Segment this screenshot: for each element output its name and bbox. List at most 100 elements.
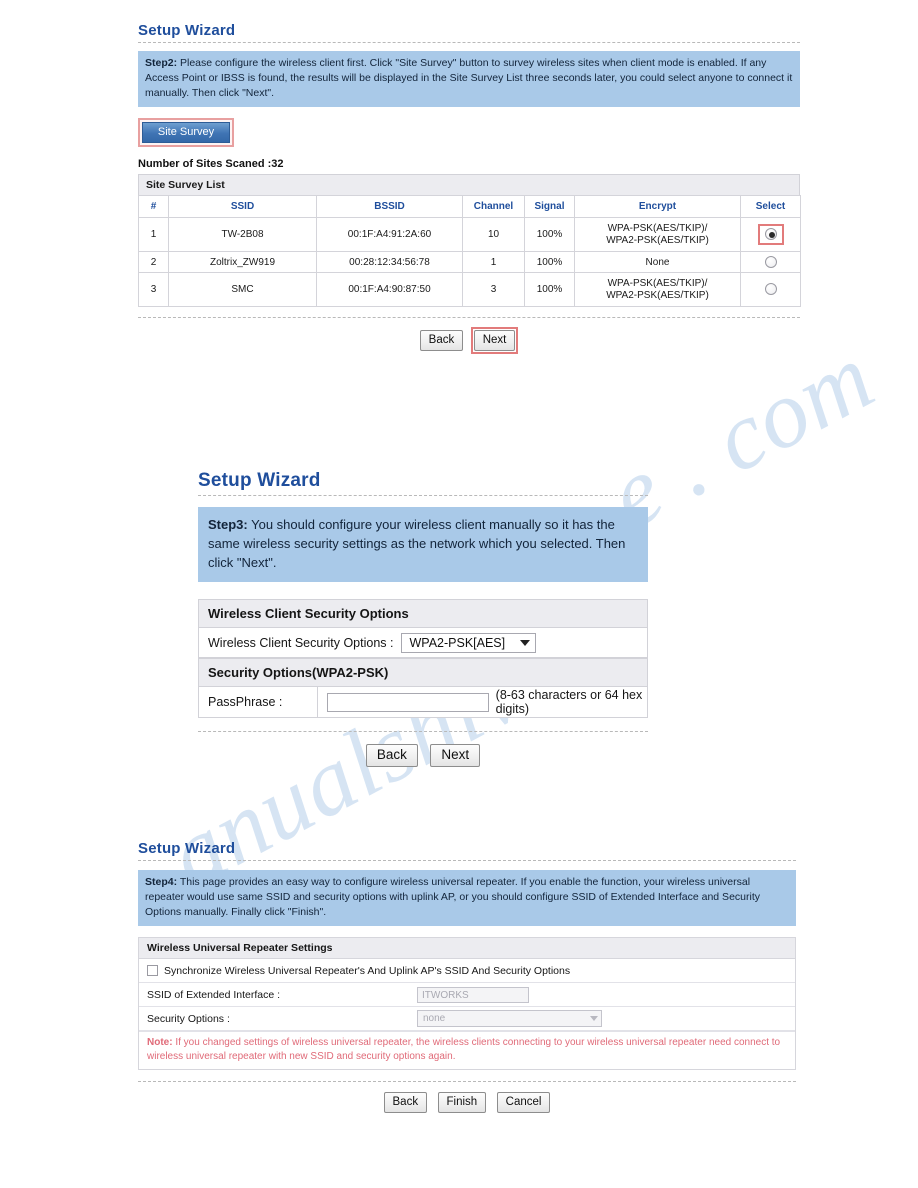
step2-page-title: Setup Wizard [138, 22, 236, 39]
site-survey-table: # SSID BSSID Channel Signal Encrypt Sele… [138, 195, 801, 307]
passphrase-row: PassPhrase : (8-63 characters or 64 hex … [199, 687, 647, 717]
wireless-client-security-options-select[interactable]: WPA2-PSK[AES] [401, 632, 537, 653]
step2-title-divider [138, 42, 800, 43]
step3-section: Setup Wizard Step3: You should configure… [198, 470, 648, 767]
step2-footer-divider [138, 317, 800, 318]
passphrase-label: PassPhrase : [199, 687, 318, 717]
security-options-header: Security Options(WPA2-PSK) [199, 658, 647, 687]
step2-back-button[interactable]: Back [419, 330, 464, 351]
cell-ssid: SMC [168, 272, 317, 307]
step2-instruction-text: Please configure the wireless client fir… [145, 57, 793, 99]
cell-ssid: Zoltrix_ZW919 [168, 251, 317, 273]
column-header-index: # [138, 195, 169, 218]
table-row: 1 TW-2B08 00:1F:A4:91:2A:60 10 100% WPA-… [138, 217, 801, 252]
step2-next-highlight: Next [470, 327, 519, 354]
select-radio-row-2[interactable] [764, 256, 777, 268]
table-header-row: # SSID BSSID Channel Signal Encrypt Sele… [138, 195, 801, 218]
passphrase-input-container [318, 692, 489, 712]
step4-page-title: Setup Wizard [138, 840, 236, 857]
select-radio-row-1[interactable] [764, 228, 777, 241]
step4-title-divider [138, 860, 796, 861]
cell-index: 2 [138, 251, 169, 273]
step4-cancel-button[interactable]: Cancel [496, 1092, 551, 1113]
selected-row-highlight [757, 224, 784, 245]
site-survey-list-caption: Site Survey List [138, 174, 800, 195]
passphrase-hint: (8-63 characters or 64 hex digits) [495, 688, 643, 716]
step3-back-button[interactable]: Back [365, 744, 418, 767]
step3-instruction-text: You should configure your wireless clien… [208, 517, 626, 570]
cell-channel: 3 [462, 272, 525, 307]
step4-instruction-text: This page provides an easy way to config… [145, 876, 760, 918]
cell-channel: 10 [462, 217, 525, 252]
ssid-extended-interface-label: SSID of Extended Interface : [147, 988, 281, 1001]
cell-encrypt: None [574, 251, 741, 273]
column-header-signal: Signal [524, 195, 575, 218]
cell-bssid: 00:28:12:34:56:78 [316, 251, 463, 273]
chevron-down-icon [520, 639, 531, 646]
passphrase-input[interactable] [326, 692, 489, 712]
column-header-bssid: BSSID [316, 195, 463, 218]
wireless-client-security-options-label: Wireless Client Security Options : [208, 635, 394, 650]
step3-next-button[interactable]: Next [430, 744, 481, 767]
column-header-ssid: SSID [168, 195, 317, 218]
cell-signal: 100% [524, 251, 575, 273]
step4-step-label: Step4: [145, 876, 178, 888]
cell-channel: 1 [462, 251, 525, 273]
step4-note-text: If you changed settings of wireless univ… [147, 1037, 781, 1062]
column-header-select: Select [740, 195, 801, 218]
site-survey-panel: Site Survey List # SSID BSSID Channel Si… [138, 174, 801, 307]
cell-bssid: 00:1F:A4:91:2A:60 [316, 217, 463, 252]
security-options-row: Security Options : none [139, 1007, 795, 1031]
cell-index: 1 [138, 217, 169, 252]
site-survey-button-container: Site Survey [138, 118, 800, 147]
step3-instruction-banner: Step3: You should configure your wireles… [198, 507, 648, 582]
ssid-extended-interface-input[interactable]: ITWORKS [417, 986, 529, 1003]
step3-form-box: Wireless Client Security Options Wireles… [198, 599, 648, 718]
cell-encrypt: WPA-PSK(AES/TKIP)/ WPA2-PSK(AES/TKIP) [574, 272, 741, 307]
cell-signal: 100% [524, 272, 575, 307]
ssid-extended-interface-row: SSID of Extended Interface : ITWORKS [139, 983, 795, 1007]
cell-select [740, 217, 801, 252]
encrypt-line-1: WPA-PSK(AES/TKIP)/ [607, 222, 708, 234]
step2-button-row: Back Next [138, 327, 800, 354]
table-row: 2 Zoltrix_ZW919 00:28:12:34:56:78 1 100%… [138, 251, 801, 273]
security-options-select[interactable]: none [417, 1010, 602, 1027]
step2-instruction-banner: Step2: Please configure the wireless cli… [138, 51, 800, 107]
synchronize-checkbox[interactable] [147, 965, 158, 976]
column-header-channel: Channel [462, 195, 525, 218]
cell-index: 3 [138, 272, 169, 307]
step2-next-button[interactable]: Next [473, 330, 516, 351]
step2-section: Setup Wizard Step2: Please configure the… [138, 22, 801, 354]
scan-count-label: Number of Sites Scaned :32 [138, 158, 284, 170]
wireless-client-security-options-value: WPA2-PSK[AES] [409, 635, 506, 650]
select-radio-row-3[interactable] [764, 283, 777, 296]
step4-form-box: Wireless Universal Repeater Settings Syn… [138, 937, 796, 1070]
site-survey-button[interactable]: Site Survey [142, 122, 230, 143]
cell-ssid: TW-2B08 [168, 217, 317, 252]
synchronize-checkbox-label: Synchronize Wireless Universal Repeater'… [164, 964, 571, 977]
step4-button-row: Back Finish Cancel [138, 1092, 796, 1113]
step3-title-divider [198, 495, 648, 496]
site-survey-button-highlight: Site Survey [138, 118, 234, 147]
security-options-value: none [423, 1013, 446, 1024]
cell-signal: 100% [524, 217, 575, 252]
step3-button-row: Back Next [198, 744, 648, 767]
column-header-encrypt: Encrypt [574, 195, 741, 218]
step4-footer-divider [138, 1081, 796, 1082]
table-row: 3 SMC 00:1F:A4:90:87:50 3 100% WPA-PSK(A… [138, 272, 801, 307]
wireless-client-security-options-header: Wireless Client Security Options [199, 600, 647, 628]
step4-finish-button[interactable]: Finish [437, 1092, 487, 1113]
wireless-universal-repeater-settings-header: Wireless Universal Repeater Settings [139, 938, 795, 959]
step4-back-button[interactable]: Back [383, 1092, 428, 1113]
wireless-client-security-options-row: Wireless Client Security Options : WPA2-… [199, 628, 647, 658]
security-options-label: Security Options : [147, 1012, 230, 1025]
step4-note-label: Note: [147, 1037, 173, 1048]
step3-footer-divider [198, 731, 648, 732]
cell-select [740, 251, 801, 273]
cell-encrypt: WPA-PSK(AES/TKIP)/ WPA2-PSK(AES/TKIP) [574, 217, 741, 252]
step3-step-label: Step3: [208, 517, 248, 532]
encrypt-line-2: WPA2-PSK(AES/TKIP) [606, 234, 709, 246]
cell-select [740, 272, 801, 307]
step3-page-title: Setup Wizard [198, 470, 321, 491]
encrypt-line-1: WPA-PSK(AES/TKIP)/ [607, 277, 708, 289]
